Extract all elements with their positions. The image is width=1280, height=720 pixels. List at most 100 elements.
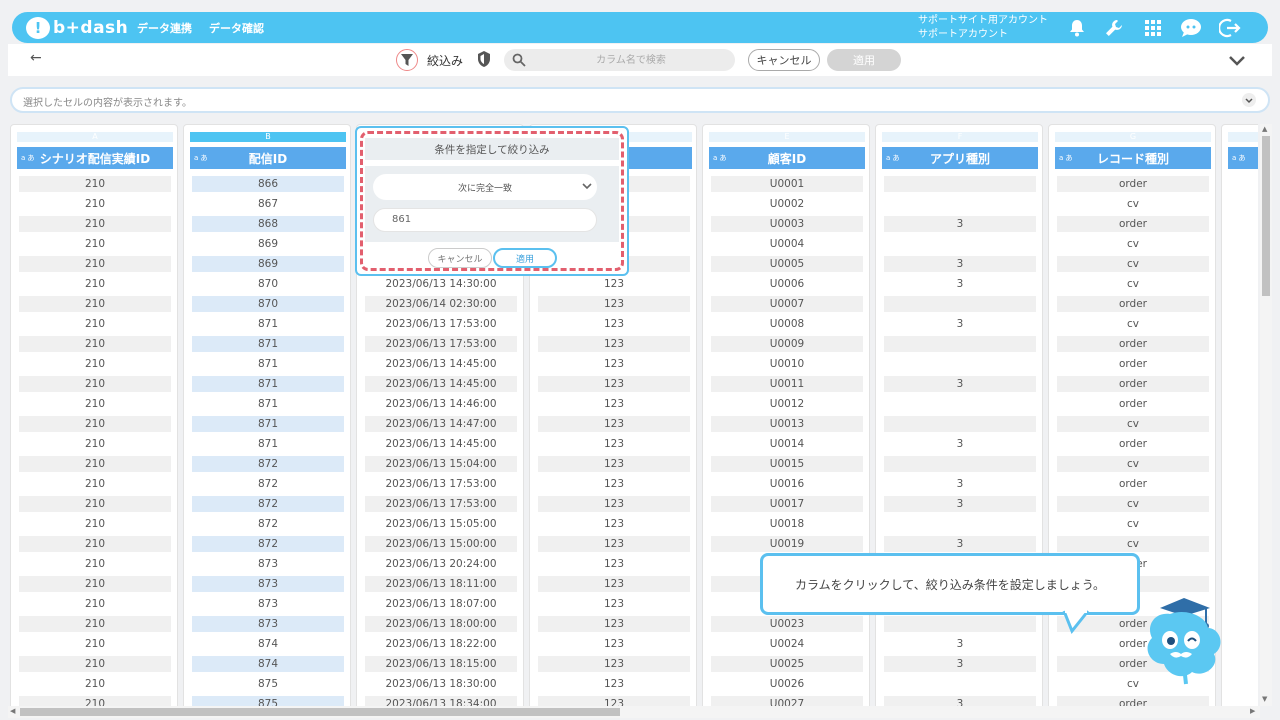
table-cell[interactable]: 872	[192, 536, 344, 552]
table-cell[interactable]: 210	[19, 496, 171, 512]
table-cell[interactable]: order	[1057, 336, 1209, 352]
table-cell[interactable]: U0012	[711, 396, 863, 412]
table-cell[interactable]: order	[1057, 696, 1209, 706]
table-cell[interactable]: 2023/06/13 18:11:00	[365, 576, 517, 592]
column-letter[interactable]: G	[1055, 132, 1211, 142]
table-cell[interactable]: 873	[192, 576, 344, 592]
table-cell[interactable]: cv	[1057, 236, 1209, 252]
column-header[interactable]: a あ 配信ID	[190, 147, 346, 169]
table-cell[interactable]: U0002	[711, 196, 863, 212]
table-cell[interactable]: 873	[192, 616, 344, 632]
table-cell[interactable]: 2023/06/13 18:34:00	[365, 696, 517, 706]
table-cell[interactable]: 2023/06/14 02:30:00	[365, 296, 517, 312]
table-cell[interactable]: 2023/06/13 20:24:00	[365, 556, 517, 572]
table-cell[interactable]: 868	[192, 216, 344, 232]
table-cell[interactable]: order	[1057, 376, 1209, 392]
table-cell[interactable]: cv	[1057, 496, 1209, 512]
column-letter[interactable]: B	[190, 132, 346, 142]
table-cell[interactable]: 210	[19, 436, 171, 452]
table-cell[interactable]: 210	[19, 396, 171, 412]
table-cell[interactable]: order	[1057, 216, 1209, 232]
table-cell[interactable]: 123	[538, 396, 690, 412]
table-cell[interactable]: U0008	[711, 316, 863, 332]
table-cell[interactable]: 123	[538, 576, 690, 592]
table-cell[interactable]: 210	[19, 596, 171, 612]
table-cell[interactable]: 2023/06/13 14:45:00	[365, 376, 517, 392]
table-cell[interactable]: U0025	[711, 656, 863, 672]
table-cell[interactable]: U0023	[711, 616, 863, 632]
table-cell[interactable]: 872	[192, 516, 344, 532]
table-cell[interactable]: cv	[1057, 456, 1209, 472]
column-header[interactable]: a あシナリオ配信実績ID	[17, 147, 173, 169]
wrench-icon[interactable]	[1102, 16, 1126, 40]
table-cell[interactable]: 210	[19, 576, 171, 592]
table-cell[interactable]: 123	[538, 316, 690, 332]
table-cell[interactable]: 2023/06/13 15:04:00	[365, 456, 517, 472]
back-arrow-icon[interactable]: ←	[30, 50, 42, 66]
scroll-down-arrow-icon[interactable]: ▼	[1262, 695, 1267, 703]
toolbar-cancel-button[interactable]: キャンセル	[748, 49, 820, 71]
table-cell[interactable]: 123	[538, 556, 690, 572]
grid-icon[interactable]	[1141, 16, 1165, 40]
table-cell[interactable]: 123	[538, 496, 690, 512]
table-cell[interactable]: 2023/06/13 17:53:00	[365, 336, 517, 352]
table-cell[interactable]: U0004	[711, 236, 863, 252]
table-cell[interactable]: 210	[19, 296, 171, 312]
table-cell[interactable]: 210	[19, 316, 171, 332]
column-search[interactable]	[504, 49, 735, 71]
expand-chevron-icon[interactable]	[1242, 93, 1256, 110]
table-cell[interactable]: 210	[19, 636, 171, 652]
table-cell[interactable]: 123	[538, 636, 690, 652]
table-cell[interactable]: 2023/06/13 17:53:00	[365, 316, 517, 332]
column-search-input[interactable]	[532, 49, 730, 71]
scroll-up-arrow-icon[interactable]: ▲	[1262, 125, 1267, 133]
horizontal-scroll-thumb[interactable]	[20, 708, 620, 716]
table-cell[interactable]: 873	[192, 596, 344, 612]
table-cell[interactable]: 3	[884, 316, 1036, 332]
horizontal-scrollbar[interactable]: ◀ ▶	[8, 706, 1260, 718]
table-cell[interactable]: 210	[19, 176, 171, 192]
table-cell[interactable]: 870	[192, 296, 344, 312]
table-cell[interactable]: U0003	[711, 216, 863, 232]
column-header[interactable]: a あ	[1228, 147, 1258, 169]
table-cell[interactable]: U0005	[711, 256, 863, 272]
table-cell[interactable]: 123	[538, 456, 690, 472]
table-cell[interactable]: 2023/06/13 17:53:00	[365, 496, 517, 512]
table-cell[interactable]: 210	[19, 256, 171, 272]
table-cell[interactable]: 3	[884, 636, 1036, 652]
table-cell[interactable]: 210	[19, 196, 171, 212]
table-cell[interactable]: U0019	[711, 536, 863, 552]
nav-data-integration[interactable]: データ連携	[137, 20, 192, 36]
table-cell[interactable]: order	[1057, 436, 1209, 452]
table-cell[interactable]	[884, 176, 1036, 192]
table-cell[interactable]: U0016	[711, 476, 863, 492]
shield-icon[interactable]	[478, 51, 490, 71]
table-cell[interactable]: 123	[538, 536, 690, 552]
table-cell[interactable]: 210	[19, 696, 171, 706]
table-cell[interactable]: 3	[884, 696, 1036, 706]
table-cell[interactable]: 2023/06/13 15:00:00	[365, 536, 517, 552]
table-cell[interactable]: 871	[192, 356, 344, 372]
table-cell[interactable]	[884, 456, 1036, 472]
table-cell[interactable]: 123	[538, 356, 690, 372]
table-cell[interactable]: 123	[538, 676, 690, 692]
table-cell[interactable]: U0011	[711, 376, 863, 392]
table-cell[interactable]: 2023/06/13 18:07:00	[365, 596, 517, 612]
table-cell[interactable]: 210	[19, 336, 171, 352]
column-letter[interactable]: F	[882, 132, 1038, 142]
column-header[interactable]: a あ 顧客ID	[709, 147, 865, 169]
table-cell[interactable]: U0009	[711, 336, 863, 352]
table-cell[interactable]: U0007	[711, 296, 863, 312]
table-cell[interactable]: 123	[538, 696, 690, 706]
table-cell[interactable]: 2023/06/13 15:05:00	[365, 516, 517, 532]
table-cell[interactable]: 2023/06/13 17:53:00	[365, 476, 517, 492]
toolbar-apply-button[interactable]: 適用	[827, 49, 901, 71]
table-cell[interactable]: 870	[192, 276, 344, 292]
table-cell[interactable]: 210	[19, 416, 171, 432]
table-cell[interactable]: 123	[538, 416, 690, 432]
table-cell[interactable]: U0027	[711, 696, 863, 706]
table-cell[interactable]: U0001	[711, 176, 863, 192]
condition-select[interactable]: 次に完全一致	[373, 174, 597, 200]
table-cell[interactable]: 3	[884, 276, 1036, 292]
popup-cancel-button[interactable]: キャンセル	[428, 248, 492, 268]
